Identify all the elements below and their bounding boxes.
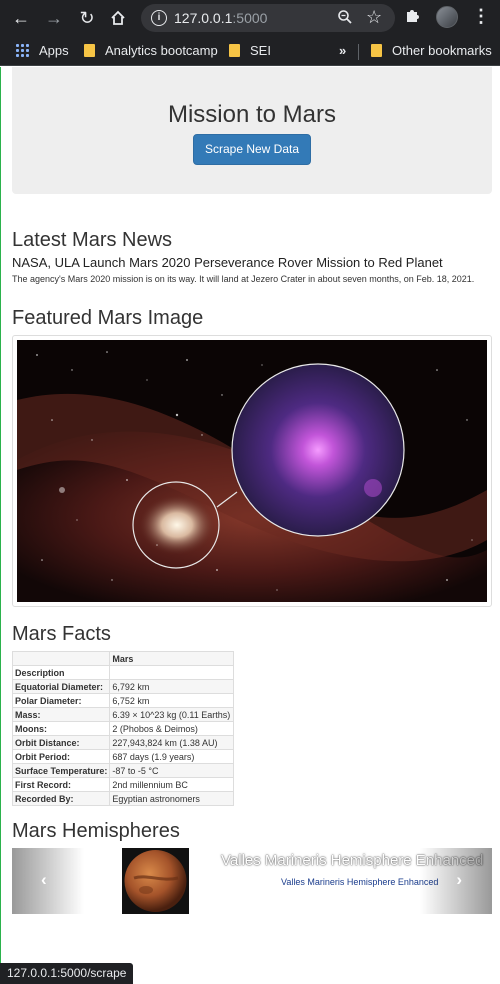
bookmark-apps-label: Apps: [39, 43, 69, 58]
carousel-prev-button[interactable]: ‹: [12, 848, 84, 914]
table-row: Recorded By: Egyptian astronomers: [11, 791, 235, 806]
bookmark-analytics-bootcamp[interactable]: Analytics bootcamp: [84, 41, 218, 61]
table-index-row: Description: [11, 665, 235, 680]
folder-icon: [84, 44, 95, 57]
browser-toolbar: ← → ↻ i 127.0.0.1:5000 ☆ ⋮: [0, 0, 500, 36]
news-teaser: The agency's Mars 2020 mission is on its…: [12, 274, 475, 284]
scrape-new-data-button[interactable]: Scrape New Data: [193, 134, 311, 165]
page-title: Mission to Mars: [167, 101, 337, 128]
hemisphere-link[interactable]: Valles Marineris Hemisphere Enhanced: [281, 877, 438, 887]
featured-image: [17, 340, 487, 602]
fact-label: Surface Temperature:: [11, 763, 111, 778]
address-bar[interactable]: i 127.0.0.1:5000 ☆: [141, 4, 395, 32]
folder-icon: [371, 44, 382, 57]
chevron-right-icon: ›: [456, 870, 462, 889]
forward-arrow-icon[interactable]: →: [42, 6, 66, 30]
featured-image-frame: [12, 335, 492, 607]
fact-label: Equatorial Diameter:: [11, 679, 111, 694]
bookmark-sei[interactable]: SEI: [229, 41, 271, 61]
bookmarks-overflow-chevron-icon[interactable]: »: [339, 41, 346, 61]
extensions-puzzle-icon[interactable]: [404, 6, 422, 29]
hemispheres-heading: Mars Hemispheres: [12, 820, 180, 842]
fact-label: Moons:: [11, 721, 111, 736]
table-row: Mass: 6.39 × 10^23 kg (0.11 Earths): [11, 707, 235, 722]
news-heading: Latest Mars News: [12, 229, 173, 251]
fact-label: Recorded By:: [11, 791, 111, 806]
url-host: 127.0.0.1: [174, 10, 233, 26]
facts-table-body: Mars Description Equatorial Diameter: 6,7…: [11, 651, 235, 806]
table-row: Orbit Distance: 227,943,824 km (1.38 AU): [11, 735, 235, 750]
inset-secondary-glow: [364, 479, 382, 497]
bookmark-apps[interactable]: Apps: [15, 41, 69, 61]
table-index-label: Description: [11, 665, 111, 680]
status-bar-url: 127.0.0.1:5000/scrape: [0, 963, 134, 984]
bookmark-other-label: Other bookmarks: [392, 43, 492, 58]
news-title: NASA, ULA Launch Mars 2020 Perseverance …: [12, 255, 443, 270]
site-info-icon[interactable]: i: [151, 10, 167, 26]
bookmarks-bar: Apps Analytics bootcamp SEI » Other book…: [0, 36, 500, 66]
fact-value: -87 to -5 °C: [109, 763, 235, 778]
hemisphere-image: [122, 848, 189, 914]
hemispheres-carousel: Valles Marineris Hemisphere Enhanced Val…: [12, 848, 492, 914]
bookmark-other[interactable]: Other bookmarks: [371, 41, 492, 61]
table-row: First Record: 2nd millennium BC: [11, 777, 235, 792]
carousel-next-button[interactable]: ›: [420, 848, 492, 914]
reload-icon[interactable]: ↻: [75, 6, 99, 30]
fact-label: Mass:: [11, 707, 111, 722]
fact-value: 6,752 km: [109, 693, 235, 708]
folder-icon: [229, 44, 240, 57]
url-port: :5000: [232, 10, 268, 26]
table-corner-cell: [11, 651, 111, 666]
fact-label: Orbit Distance:: [11, 735, 111, 750]
table-header-row: Mars: [11, 651, 235, 666]
menu-kebab-icon[interactable]: ⋮: [472, 6, 490, 27]
page-content: Mission to Mars Scrape New Data Latest M…: [0, 67, 500, 984]
table-row: Surface Temperature: -87 to -5 °C: [11, 763, 235, 778]
home-icon[interactable]: [106, 6, 130, 30]
bookmark-star-icon[interactable]: ☆: [366, 7, 382, 28]
fact-value: 687 days (1.9 years): [109, 749, 235, 764]
back-arrow-icon[interactable]: ←: [9, 6, 33, 30]
table-row: Equatorial Diameter: 6,792 km: [11, 679, 235, 694]
fact-value: 6.39 × 10^23 kg (0.11 Earths): [109, 707, 235, 722]
profile-avatar[interactable]: [436, 6, 458, 28]
fact-value: 2 (Phobos & Deimos): [109, 721, 235, 736]
fact-value: 227,943,824 km (1.38 AU): [109, 735, 235, 750]
fact-value: 6,792 km: [109, 679, 235, 694]
address-url: 127.0.0.1:5000: [174, 10, 267, 26]
zoom-inset-circle: [231, 363, 405, 537]
fact-label: First Record:: [11, 777, 111, 792]
table-cell: [109, 665, 235, 680]
jumbotron: Mission to Mars Scrape New Data: [12, 67, 492, 194]
fact-value: Egyptian astronomers: [109, 791, 235, 806]
apps-grid-icon: [15, 43, 29, 57]
table-row: Moons: 2 (Phobos & Deimos): [11, 721, 235, 736]
mars-facts-table: Mars Description Equatorial Diameter: 6,7…: [11, 651, 235, 806]
fact-value: 2nd millennium BC: [109, 777, 235, 792]
galactic-core: [139, 495, 215, 555]
bookmark-label: SEI: [250, 43, 271, 58]
featured-image-heading: Featured Mars Image: [12, 307, 204, 329]
bookmark-label: Analytics bootcamp: [105, 43, 218, 58]
fact-label: Polar Diameter:: [11, 693, 111, 708]
table-row: Polar Diameter: 6,752 km: [11, 693, 235, 708]
table-row: Orbit Period: 687 days (1.9 years): [11, 749, 235, 764]
chevron-left-icon: ‹: [41, 870, 47, 889]
fact-label: Orbit Period:: [11, 749, 111, 764]
bookmarks-divider: [358, 44, 359, 60]
table-column-header: Mars: [109, 651, 235, 666]
facts-heading: Mars Facts: [12, 623, 111, 645]
zoom-icon[interactable]: [337, 9, 353, 29]
